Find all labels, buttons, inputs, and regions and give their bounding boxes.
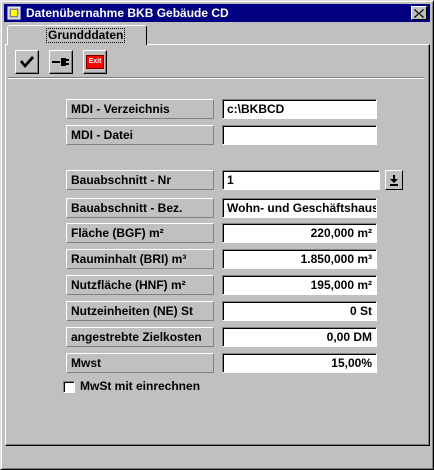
exit-icon: Exit [86,55,104,69]
toolbar-separator [8,77,424,79]
zielkosten-input[interactable]: 0,00 DM [222,327,377,347]
mdi-datei-input[interactable] [222,125,377,145]
app-icon [7,6,21,20]
label-bauabschnitt-bez: Bauabschnitt - Bez. [66,198,214,218]
dialog-window: Datenübernahme BKB Gebäude CD Grundddate… [0,0,434,470]
mdi-verzeichnis-input[interactable]: c:\BKBCD [222,99,377,119]
label-flaeche: Fläche (BGF) m² [66,223,214,243]
label-nutzflaeche: Nutzfläche (HNF) m² [66,275,214,295]
label-mdi-verzeichnis: MDI - Verzeichnis [66,99,214,119]
confirm-button[interactable] [15,50,39,74]
close-icon [414,8,424,18]
mwst-checkbox[interactable] [63,381,75,393]
exit-label: Exit [88,58,102,65]
label-nutzeinheiten: Nutzeinheiten (NE) St [66,301,214,321]
checkmark-icon [20,56,34,68]
label-mdi-datei: MDI - Datei [66,125,214,145]
exit-button[interactable]: Exit [83,50,107,74]
nutzeinheiten-input[interactable]: 0 St [222,301,377,321]
rauminhalt-input[interactable]: 1.850,000 m³ [222,249,377,269]
bauabschnitt-dropdown-button[interactable] [385,170,403,190]
label-rauminhalt: Rauminhalt (BRI) m³ [66,249,214,269]
bauabschnitt-nr-select[interactable]: 1 [222,170,380,190]
title-bar[interactable]: Datenübernahme BKB Gebäude CD [4,4,430,22]
mwst-input[interactable]: 15,00% [222,353,377,373]
close-button[interactable] [411,6,427,20]
bauabschnitt-bez-input[interactable]: Wohn- und Geschäftshaus [222,198,377,218]
tab-label: Grundddaten [46,28,126,43]
download-arrow-icon [390,174,398,186]
nutzflaeche-input[interactable]: 195,000 m² [222,275,377,295]
label-bauabschnitt-nr: Bauabschnitt - Nr [66,170,214,190]
tab-grunddaten[interactable]: Grundddaten [7,25,147,45]
label-zielkosten: angestrebte Zielkosten [66,327,214,347]
import-button[interactable] [49,50,73,74]
window-title: Datenübernahme BKB Gebäude CD [26,6,229,20]
mwst-checkbox-label[interactable]: MwSt mit einrechnen [80,379,200,393]
plug-icon [52,58,69,66]
label-mwst: Mwst [66,353,214,373]
flaeche-input[interactable]: 220,000 m² [222,223,377,243]
